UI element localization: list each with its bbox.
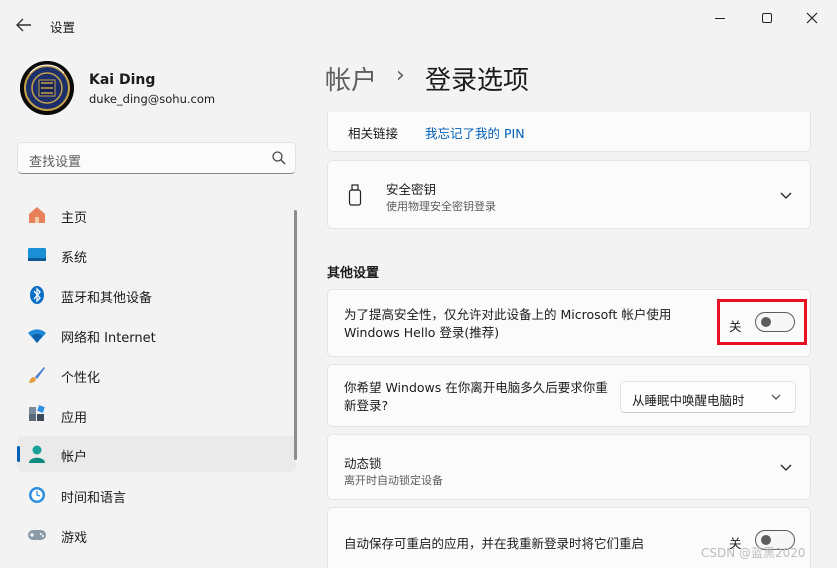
require-signin-dropdown[interactable]: 从睡眠中唤醒电脑时 (620, 381, 796, 413)
user-email: duke_ding@sohu.com (89, 92, 216, 106)
sidebar-item-label: 帐户 (61, 450, 88, 465)
close-icon (806, 12, 818, 24)
breadcrumb-parent[interactable]: 帐户 (325, 60, 377, 97)
maximize-button[interactable] (745, 6, 789, 30)
auto-restart-apps-description: 自动保存可重启的应用，并在我重新登录时将它们重启 (344, 536, 645, 551)
app-title: 设置 (50, 20, 76, 35)
wifi-icon (28, 329, 46, 343)
chevron-down-icon (771, 394, 781, 400)
sidebar-item-time-language[interactable]: 时间和语言 (17, 477, 296, 513)
section-heading-other-settings: 其他设置 (327, 266, 380, 281)
hello-only-description: 为了提高安全性，仅允许对此设备上的 Microsoft 帐户使用 Windows… (344, 307, 672, 340)
dynamic-lock-description: 离开时自动锁定设备 (344, 474, 443, 487)
sidebar-item-label: 时间和语言 (61, 491, 127, 506)
page-title: 登录选项 (425, 66, 530, 96)
brush-icon (29, 367, 45, 383)
sidebar-item-gaming[interactable]: 游戏 (17, 517, 296, 553)
close-button[interactable] (790, 6, 834, 30)
security-key-card[interactable]: 安全密钥 使用物理安全密钥登录 (327, 160, 811, 229)
highlight-box (717, 299, 807, 345)
apps-icon (29, 405, 45, 421)
sidebar-item-personalization[interactable]: 个性化 (17, 357, 296, 393)
bluetooth-icon (30, 286, 44, 304)
require-signin-card: 你希望 Windows 在你离开电脑多久后要求你重新登录? 从睡眠中唤醒电脑时 (327, 364, 811, 427)
arrow-left-icon (16, 18, 31, 32)
title-bar: 设置 (0, 0, 837, 48)
home-icon (29, 207, 45, 223)
sidebar-item-label: 蓝牙和其他设备 (61, 291, 153, 306)
time-language-icon (29, 487, 45, 503)
sidebar-item-bluetooth[interactable]: 蓝牙和其他设备 (17, 277, 296, 313)
minimize-icon (715, 17, 725, 19)
sidebar-item-system[interactable]: 系统 (17, 237, 296, 273)
sidebar-item-label: 个性化 (61, 371, 101, 386)
sidebar-item-accounts[interactable]: 帐户 (17, 436, 296, 472)
watermark: CSDN @蓝黑2020 (701, 546, 806, 560)
sidebar-item-label: 应用 (61, 411, 88, 426)
forgot-pin-link[interactable]: 我忘记了我的 PIN (425, 123, 525, 142)
breadcrumb-separator-icon: › (396, 63, 405, 88)
back-button[interactable] (10, 12, 38, 38)
sidebar-item-label: 系统 (61, 251, 88, 266)
inter-milan-logo (20, 61, 74, 115)
user-name: Kai Ding (89, 72, 156, 88)
chevron-down-icon (780, 192, 792, 199)
security-key-description: 使用物理安全密钥登录 (386, 200, 496, 213)
sidebar-item-network[interactable]: 网络和 Internet (17, 317, 296, 353)
search-icon[interactable] (271, 150, 287, 166)
maximize-icon (762, 13, 772, 23)
sidebar-item-label: 游戏 (61, 531, 88, 546)
avatar[interactable] (20, 61, 74, 115)
sidebar-scrollbar[interactable] (294, 210, 297, 460)
account-icon (29, 445, 45, 463)
dynamic-lock-title: 动态锁 (344, 456, 382, 471)
sidebar-item-label: 网络和 Internet (61, 331, 156, 346)
search-input[interactable]: 查找设置 (29, 151, 81, 170)
search-box[interactable]: 查找设置 (17, 142, 296, 174)
sidebar-item-label: 主页 (61, 211, 88, 226)
dynamic-lock-card[interactable]: 动态锁 离开时自动锁定设备 (327, 434, 811, 500)
require-signin-description: 你希望 Windows 在你离开电脑多久后要求你重新登录? (344, 380, 608, 413)
related-links-card: 相关链接 我忘记了我的 PIN (327, 112, 811, 152)
dropdown-selected-value: 从睡眠中唤醒电脑时 (632, 393, 745, 408)
sidebar-item-apps[interactable]: 应用 (17, 397, 296, 433)
sidebar-item-home[interactable]: 主页 (17, 197, 296, 233)
usb-key-icon (348, 184, 362, 206)
chevron-down-icon (780, 464, 792, 471)
related-links-label: 相关链接 (348, 126, 399, 141)
security-key-title: 安全密钥 (386, 182, 437, 197)
minimize-button[interactable] (698, 6, 742, 30)
system-display-icon (28, 248, 46, 261)
gamepad-icon (28, 530, 46, 540)
